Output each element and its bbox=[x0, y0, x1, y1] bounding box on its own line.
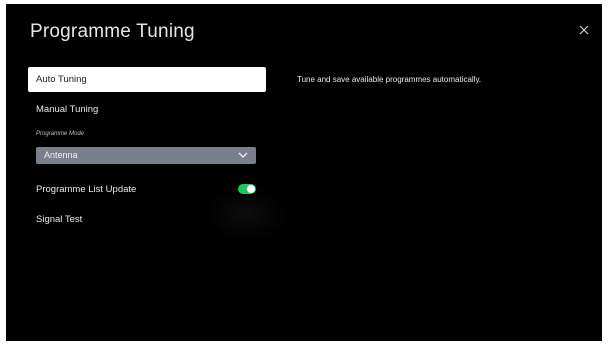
close-button[interactable] bbox=[576, 22, 592, 38]
page-title: Programme Tuning bbox=[30, 21, 195, 42]
auto-tuning-label: Auto Tuning bbox=[36, 74, 87, 85]
programme-list-update-item[interactable]: Programme List Update bbox=[28, 177, 266, 202]
programme-list-update-label: Programme List Update bbox=[36, 184, 137, 195]
auto-tuning-description: Tune and save available programmes autom… bbox=[297, 75, 482, 84]
programme-mode-label: Programme Mode bbox=[36, 131, 85, 137]
programme-mode-value: Antenna bbox=[44, 150, 78, 160]
signal-test-item[interactable]: Signal Test bbox=[28, 207, 266, 232]
tv-settings-screen: Programme Tuning Auto Tuning Manual Tuni… bbox=[6, 4, 602, 341]
chevron-down-icon bbox=[238, 152, 248, 159]
close-icon bbox=[576, 22, 592, 38]
manual-tuning-item[interactable]: Manual Tuning bbox=[28, 97, 266, 122]
signal-test-label: Signal Test bbox=[36, 214, 83, 225]
programme-mode-dropdown[interactable]: Antenna bbox=[36, 147, 256, 164]
programme-list-update-toggle[interactable] bbox=[238, 184, 256, 194]
auto-tuning-item[interactable]: Auto Tuning bbox=[28, 67, 266, 92]
manual-tuning-label: Manual Tuning bbox=[36, 104, 99, 115]
toggle-knob bbox=[247, 185, 255, 193]
